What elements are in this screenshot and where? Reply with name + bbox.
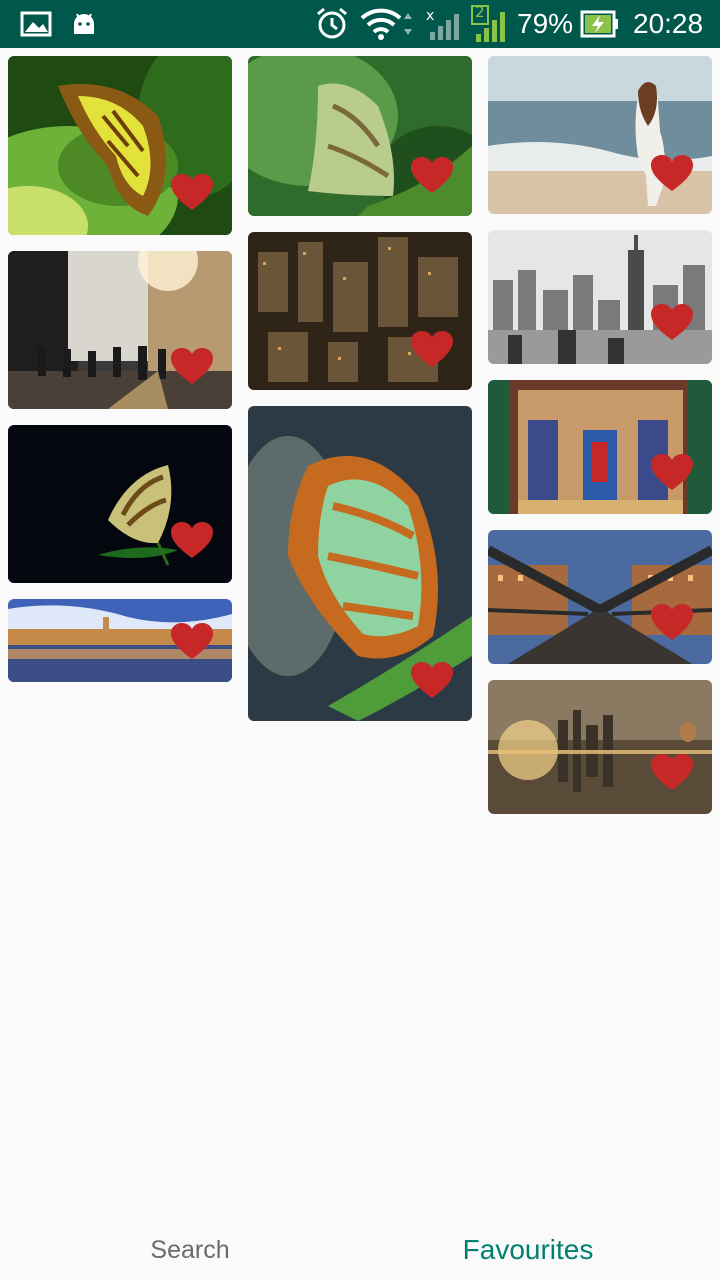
favourite-heart-icon[interactable] [651, 604, 693, 642]
signal-icon: 2 [470, 0, 510, 48]
battery-charging-icon [580, 0, 620, 48]
skyline-image [488, 230, 712, 364]
favourite-heart-icon[interactable] [171, 623, 213, 661]
tab-search[interactable]: Search [10, 1220, 370, 1280]
favourite-heart-icon[interactable] [411, 662, 453, 700]
image-tile[interactable] [8, 56, 232, 235]
image-tile[interactable] [8, 425, 232, 583]
clock: 20:28 [633, 8, 704, 39]
image-tile[interactable] [488, 230, 712, 364]
alarm-icon [314, 0, 350, 48]
gallery-icon [20, 0, 52, 48]
favourite-heart-icon[interactable] [651, 304, 693, 342]
favourite-heart-icon[interactable] [171, 174, 213, 212]
bottom-navigation: Search Favourites [0, 1220, 720, 1280]
favourite-heart-icon[interactable] [411, 157, 453, 195]
image-tile[interactable] [488, 56, 712, 214]
signal-icon: x [424, 0, 464, 48]
sim-label: 2 [475, 3, 485, 21]
image-tile[interactable] [488, 530, 712, 664]
favourite-heart-icon[interactable] [651, 155, 693, 193]
bridge-image [488, 530, 712, 664]
favourite-heart-icon[interactable] [651, 754, 693, 792]
image-tile[interactable] [248, 56, 472, 216]
favourite-heart-icon[interactable] [411, 331, 453, 369]
surreal-city-image [488, 680, 712, 814]
church-image [488, 380, 712, 514]
image-tile[interactable] [8, 251, 232, 409]
svg-text:x: x [426, 8, 434, 24]
favourite-heart-icon[interactable] [171, 348, 213, 386]
android-icon [70, 0, 98, 48]
status-bar: x 2 79% 20:28 [0, 0, 720, 48]
image-tile[interactable] [8, 599, 232, 682]
favourite-heart-icon[interactable] [651, 454, 693, 492]
image-tile[interactable] [488, 680, 712, 814]
favourite-heart-icon[interactable] [171, 522, 213, 560]
image-tile[interactable] [248, 232, 472, 390]
tab-favourites[interactable]: Favourites [348, 1220, 708, 1280]
battery-percent: 79% [517, 8, 574, 39]
wifi-icon [360, 0, 416, 48]
image-tile[interactable] [248, 406, 472, 721]
image-tile[interactable] [488, 380, 712, 514]
